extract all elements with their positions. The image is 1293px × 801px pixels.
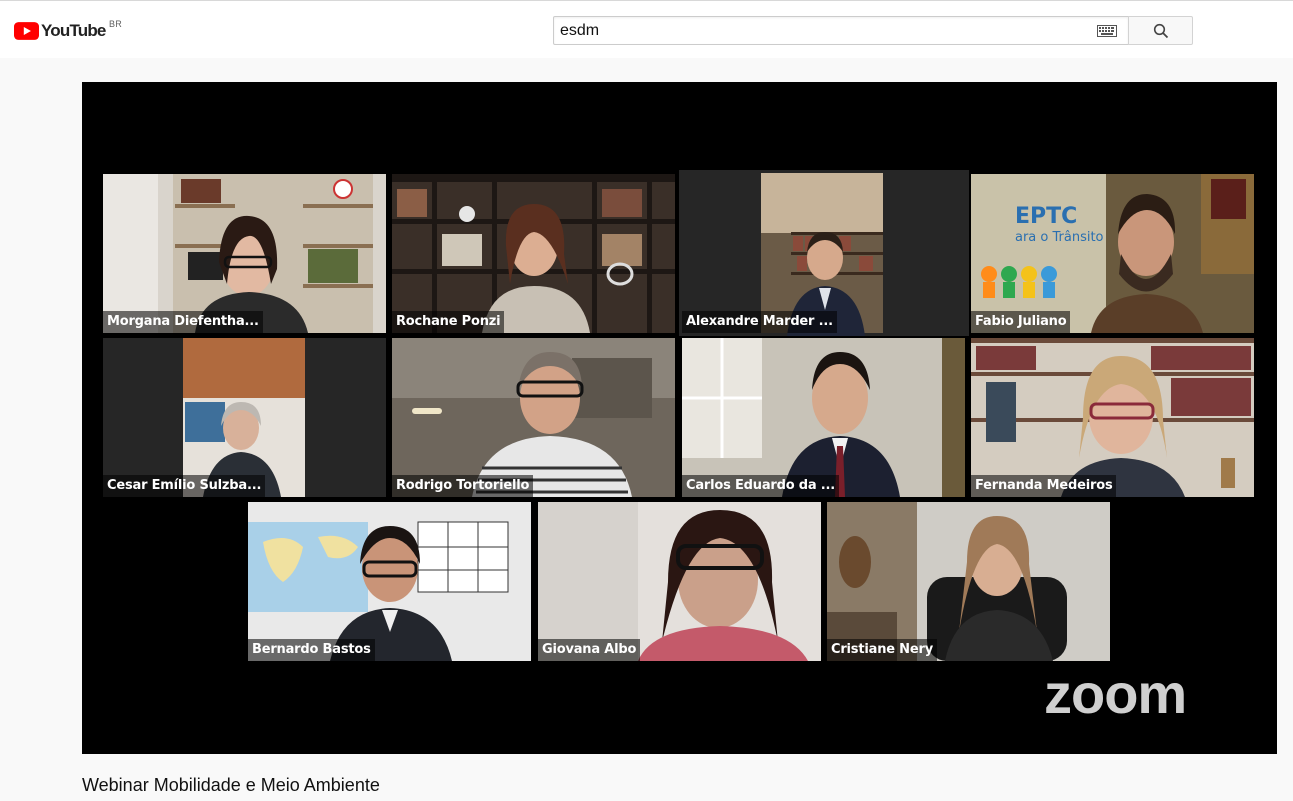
participant-tile: Fernanda Medeiros bbox=[971, 338, 1254, 497]
country-code: BR bbox=[109, 19, 123, 29]
participant-tile: Giovana Albo bbox=[538, 502, 821, 661]
search-box[interactable] bbox=[553, 16, 1129, 45]
participant-tile: Cesar Emílio Sulzba... bbox=[103, 338, 386, 497]
keyboard-icon[interactable] bbox=[1097, 25, 1117, 37]
participant-video bbox=[392, 174, 675, 333]
participant-tile: Rodrigo Tortoriello bbox=[392, 338, 675, 497]
participant-name: Fabio Juliano bbox=[971, 311, 1071, 333]
participant-tile-active-speaker: Alexandre Marder ... bbox=[679, 170, 969, 336]
youtube-logo[interactable]: YouTube BR bbox=[14, 19, 122, 41]
participant-video bbox=[248, 502, 531, 661]
participant-tile: Morgana Diefentha... bbox=[103, 174, 386, 333]
participant-video bbox=[538, 502, 821, 661]
wall-sign-subtext: ara o Trânsito bbox=[1015, 230, 1104, 245]
participant-video bbox=[827, 502, 1110, 661]
youtube-play-icon bbox=[14, 22, 39, 40]
participant-video bbox=[971, 174, 1254, 333]
participant-tile: Rochane Ponzi bbox=[392, 174, 675, 333]
participant-name: Bernardo Bastos bbox=[248, 639, 375, 661]
search-icon bbox=[1153, 23, 1168, 38]
participant-tile: Fabio Juliano EPTC ara o Trânsito bbox=[971, 174, 1254, 333]
participant-video bbox=[392, 338, 675, 497]
participant-video bbox=[682, 338, 965, 497]
participant-video bbox=[971, 338, 1254, 497]
participant-name: Cesar Emílio Sulzba... bbox=[103, 475, 266, 497]
search-button[interactable] bbox=[1128, 16, 1193, 45]
participant-tile: Carlos Eduardo da ... bbox=[682, 338, 965, 497]
participant-name: Alexandre Marder ... bbox=[682, 311, 837, 333]
participant-name: Fernanda Medeiros bbox=[971, 475, 1117, 497]
zoom-watermark: zoom bbox=[1044, 662, 1187, 725]
participant-name: Giovana Albo bbox=[538, 639, 641, 661]
participant-video bbox=[103, 338, 386, 497]
participant-name: Carlos Eduardo da ... bbox=[682, 475, 839, 497]
participant-name: Morgana Diefentha... bbox=[103, 311, 263, 333]
participant-tile: Cristiane Nery bbox=[827, 502, 1110, 661]
youtube-wordmark: YouTube bbox=[41, 21, 106, 40]
video-player[interactable]: Morgana Diefentha... Rochane Ponzi Alexa… bbox=[82, 82, 1277, 754]
participant-name: Rochane Ponzi bbox=[392, 311, 505, 333]
masthead: YouTube BR bbox=[0, 0, 1293, 58]
participant-name: Cristiane Nery bbox=[827, 639, 937, 661]
video-title: Webinar Mobilidade e Meio Ambiente bbox=[82, 775, 380, 795]
participant-tile: Bernardo Bastos bbox=[248, 502, 531, 661]
wall-sign-text: EPTC bbox=[1015, 204, 1078, 229]
participant-video bbox=[103, 174, 386, 333]
search-input[interactable] bbox=[554, 17, 1090, 44]
participant-name: Rodrigo Tortoriello bbox=[392, 475, 534, 497]
